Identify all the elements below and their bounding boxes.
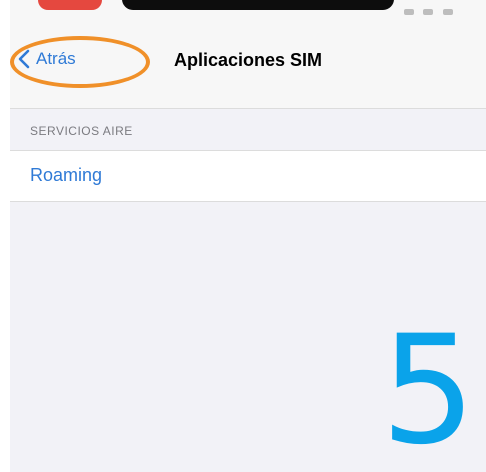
wifi-icon: [423, 9, 434, 15]
signal-icon: [404, 9, 414, 15]
phone-screen: Atrás Aplicaciones SIM SERVICIOS AIRE Ro…: [10, 0, 486, 472]
navigation-bar: Atrás Aplicaciones SIM: [10, 16, 486, 109]
list-item-roaming[interactable]: Roaming: [30, 165, 102, 186]
status-bar: [10, 0, 486, 16]
battery-icon: [442, 9, 453, 15]
step-number-annotation: 5: [380, 304, 476, 472]
status-indicator: [38, 0, 102, 10]
status-icons: [404, 2, 464, 15]
settings-list: Roaming: [10, 150, 486, 202]
page-title: Aplicaciones SIM: [173, 50, 323, 70]
status-notch: [122, 0, 394, 10]
screenshot-frame: Atrás Aplicaciones SIM SERVICIOS AIRE Ro…: [0, 0, 486, 472]
section-header: SERVICIOS AIRE: [30, 124, 133, 138]
